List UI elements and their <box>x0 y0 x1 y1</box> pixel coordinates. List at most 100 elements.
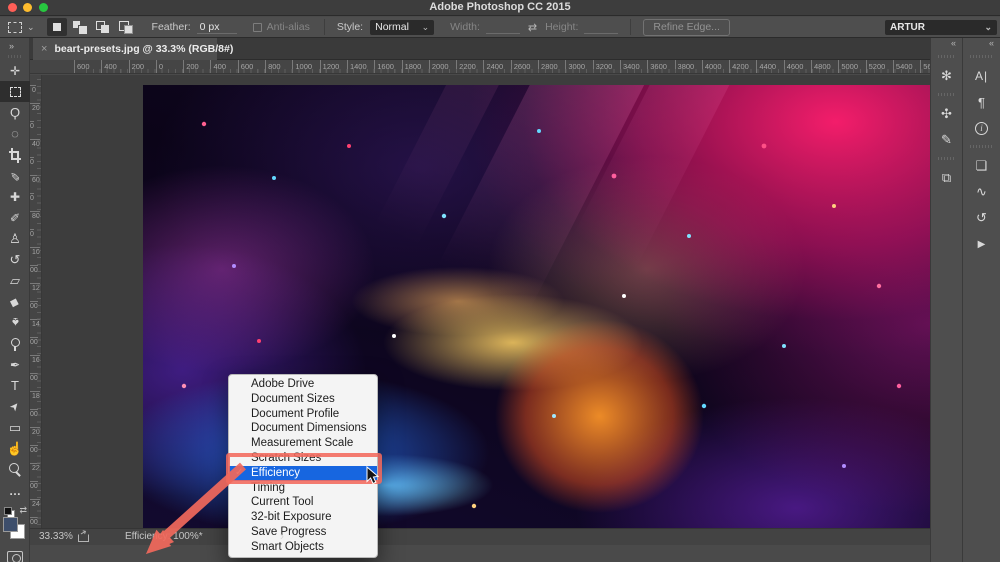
swap-colors-icon[interactable]: ⇄ <box>19 505 27 516</box>
status-menu-item[interactable]: Adobe Drive <box>229 377 377 392</box>
ruler-tick-label: 5000 <box>838 60 865 74</box>
ruler-tick-label: 1200 <box>30 283 40 310</box>
workspace-value: ARTUR <box>890 22 925 33</box>
brush-settings-icon <box>938 67 956 85</box>
healing-icon <box>7 189 23 205</box>
spot-healing-brush-tool[interactable] <box>0 186 30 207</box>
document-tab-bar: × beart-presets.jpg @ 33.3% (RGB/8#) <box>30 38 930 60</box>
history-panel-button[interactable] <box>963 205 1000 231</box>
ruler-tick-label: 2200 <box>456 60 483 74</box>
ruler-tick-label: 1600 <box>30 355 40 382</box>
ruler-tick-label: 4600 <box>784 60 811 74</box>
layers-panel-button[interactable] <box>963 153 1000 179</box>
eraser-icon <box>7 273 23 289</box>
quick-selection-tool[interactable] <box>0 123 30 144</box>
move-tool[interactable] <box>0 60 30 81</box>
dodge-tool[interactable] <box>0 333 30 354</box>
window-title: Adobe Photoshop CC 2015 <box>0 1 1000 13</box>
pen-tool[interactable] <box>0 354 30 375</box>
tool-presets-panel-button[interactable] <box>931 127 962 153</box>
edit-toolbar-button[interactable] <box>0 480 30 501</box>
lasso-icon <box>7 105 23 121</box>
paths-panel-button[interactable] <box>963 179 1000 205</box>
feather-input[interactable]: 0 px <box>197 21 237 34</box>
ruler-tick-label: 800 <box>265 60 292 74</box>
tool-list <box>0 60 29 501</box>
tool-preset-picker[interactable]: ⌄ <box>8 22 35 33</box>
refine-edge-button[interactable]: Refine Edge... <box>643 19 730 36</box>
foreground-color-swatch[interactable] <box>3 517 18 532</box>
lasso-tool[interactable] <box>0 102 30 123</box>
blur-tool[interactable] <box>0 312 30 333</box>
style-dropdown[interactable]: Normal ⌄ <box>370 20 434 35</box>
path-select-icon <box>7 399 23 415</box>
panel-icons <box>963 63 1000 257</box>
character-panel-button[interactable] <box>963 63 1000 89</box>
path-selection-tool[interactable] <box>0 396 30 417</box>
ruler-tick-label: 600 <box>238 60 265 74</box>
zoom-level-field[interactable]: 33.33% <box>39 531 73 542</box>
width-input[interactable] <box>486 21 520 34</box>
ruler-tick-label: 4400 <box>756 60 783 74</box>
dodge-icon <box>7 336 23 352</box>
add-to-selection-button[interactable] <box>70 18 90 36</box>
panel-icons <box>931 63 962 191</box>
eraser-tool[interactable] <box>0 270 30 291</box>
rectangular-marquee-tool[interactable] <box>0 81 30 102</box>
status-menu-item[interactable]: Document Sizes <box>229 392 377 407</box>
divider <box>324 19 325 35</box>
status-menu-item[interactable]: Document Dimensions <box>229 421 377 436</box>
ruler-tick-label: 4000 <box>702 60 729 74</box>
brushes-panel-button[interactable] <box>931 101 962 127</box>
expand-toolbar-button[interactable]: » <box>0 38 29 51</box>
collapse-panels-button[interactable]: « <box>931 38 962 51</box>
menu-item-label: Measurement Scale <box>251 437 353 449</box>
clone-source-panel-button[interactable] <box>931 165 962 191</box>
paths-icon <box>973 183 991 201</box>
collapse-panels-button[interactable]: « <box>963 38 1000 51</box>
ruler-tick-label: 1600 <box>374 60 401 74</box>
share-image-icon[interactable] <box>78 534 89 542</box>
zoom-tool[interactable] <box>0 459 30 480</box>
ruler-tick-label: 400 <box>210 60 237 74</box>
info-panel-button[interactable] <box>963 115 1000 141</box>
menu-item-label: Current Tool <box>251 496 313 508</box>
brush-tool[interactable] <box>0 207 30 228</box>
workspace-dropdown[interactable]: ARTUR ⌄ <box>885 20 997 35</box>
status-menu-item[interactable]: Document Profile <box>229 407 377 422</box>
intersect-selection-button[interactable] <box>116 18 136 36</box>
menu-item-label: Adobe Drive <box>251 378 314 390</box>
brush-settings-panel-button[interactable] <box>931 63 962 89</box>
vertical-ruler: 0 200 400 600 800 1000 1200 1400 1600 <box>30 75 42 545</box>
anti-alias-checkbox[interactable] <box>253 23 262 32</box>
hand-tool[interactable] <box>0 438 30 459</box>
history-brush-tool[interactable] <box>0 249 30 270</box>
status-menu-item[interactable]: Measurement Scale <box>229 436 377 451</box>
actions-panel-button[interactable] <box>963 231 1000 257</box>
rectangle-tool[interactable] <box>0 417 30 438</box>
clone-stamp-tool[interactable] <box>0 228 30 249</box>
height-input[interactable] <box>584 21 618 34</box>
menu-item-label: Smart Objects <box>251 541 324 553</box>
menu-item-label: 32-bit Exposure <box>251 511 332 523</box>
paint-bucket-tool[interactable] <box>0 291 30 312</box>
ruler-tick-label: 0 <box>156 60 183 74</box>
crop-tool[interactable] <box>0 144 30 165</box>
tools-panel: » <box>0 38 30 562</box>
eyedropper-tool[interactable] <box>0 165 30 186</box>
panel-strip-1: « <box>930 38 962 562</box>
document-tab[interactable]: × beart-presets.jpg @ 33.3% (RGB/8#) <box>33 38 217 60</box>
new-selection-button[interactable] <box>47 18 67 36</box>
ruler-tick-label: 200 <box>129 60 156 74</box>
swap-dimensions-icon[interactable]: ⇄ <box>528 21 537 34</box>
type-tool[interactable] <box>0 375 30 396</box>
close-tab-icon[interactable]: × <box>41 43 47 55</box>
style-label: Style: <box>337 21 363 33</box>
subtract-from-selection-button[interactable] <box>93 18 113 36</box>
quick-mask-button[interactable] <box>7 551 23 562</box>
status-popup-chevron[interactable]: › <box>280 529 284 543</box>
default-colors-icon[interactable] <box>4 507 13 516</box>
paragraph-panel-button[interactable] <box>963 89 1000 115</box>
ruler-tick-label: 2000 <box>429 60 456 74</box>
chevron-down-icon: ⌄ <box>27 23 35 32</box>
